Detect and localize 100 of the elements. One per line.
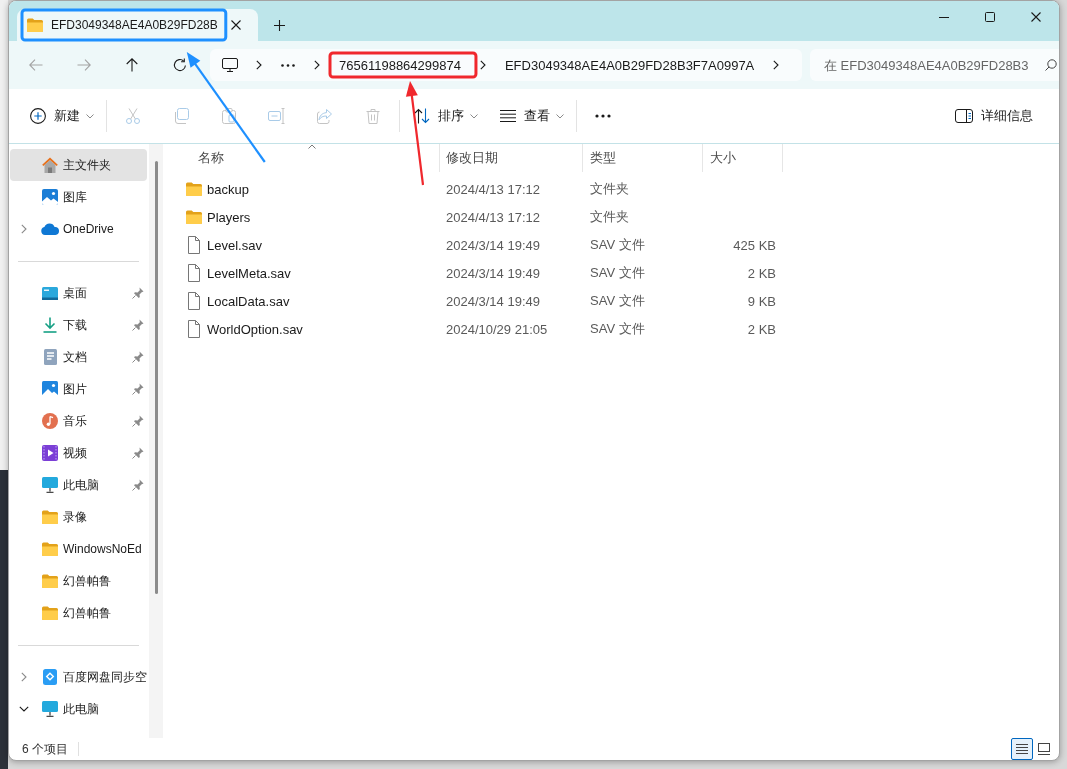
maximize-icon <box>985 12 995 22</box>
file-icon <box>187 264 201 282</box>
item-count: 6 个项目 <box>22 740 68 758</box>
download-icon <box>43 317 57 333</box>
column-header[interactable]: 名称 <box>185 144 440 172</box>
sort-button[interactable]: 排序 <box>404 100 486 132</box>
details-pane-button[interactable]: 详细信息 <box>945 100 1041 132</box>
sidebar-item[interactable]: 此电脑 <box>10 469 147 501</box>
folder-icon <box>186 210 202 224</box>
home-icon <box>42 157 58 173</box>
file-icon <box>187 320 201 338</box>
chevron-right-icon[interactable] <box>21 224 27 234</box>
details-pane-icon <box>955 109 973 123</box>
column-header[interactable]: 类型 <box>583 144 703 172</box>
document-icon <box>43 349 57 365</box>
file-row[interactable]: Level.sav 2024/3/14 19:49 SAV 文件 425 KB <box>185 231 1059 259</box>
sidebar-item[interactable]: 文档 <box>10 341 147 373</box>
video-icon <box>42 445 58 461</box>
file-name: WorldOption.sav <box>207 321 303 337</box>
date-cell: 2024/3/14 19:49 <box>446 237 540 253</box>
chevron-right-icon <box>256 60 262 70</box>
breadcrumb-segment[interactable]: 76561198864299874 <box>330 51 470 79</box>
sidebar-item[interactable]: 音乐 <box>10 405 147 437</box>
tiles-view-icon <box>1038 743 1050 755</box>
sidebar-item[interactable]: 幻兽帕鲁 <box>10 565 147 597</box>
file-row[interactable]: Players 2024/4/13 17:12 文件夹 <box>185 203 1059 231</box>
file-icon <box>187 236 201 254</box>
file-name: LocalData.sav <box>207 293 290 309</box>
file-row[interactable]: LocalData.sav 2024/3/14 19:49 SAV 文件 9 KB <box>185 287 1059 315</box>
file-row[interactable]: LevelMeta.sav 2024/3/14 19:49 SAV 文件 2 KB <box>185 259 1059 287</box>
column-header[interactable]: 修改日期 <box>440 144 583 172</box>
file-row[interactable]: WorldOption.sav 2024/10/29 21:05 SAV 文件 2 KB <box>185 315 1059 343</box>
new-button[interactable]: 新建 <box>20 100 102 132</box>
column-header[interactable]: 大小 <box>703 144 783 172</box>
date-cell: 2024/4/13 17:12 <box>446 181 540 197</box>
file-row[interactable]: backup 2024/4/13 17:12 文件夹 <box>185 175 1059 203</box>
monitor-icon <box>42 701 58 717</box>
file-name: LevelMeta.sav <box>207 265 291 281</box>
size-cell: 2 KB <box>747 265 776 281</box>
sidebar-item[interactable]: 此电脑 <box>10 693 147 725</box>
more-icon <box>281 63 295 67</box>
view-button[interactable]: 查看 <box>490 100 572 132</box>
chevron-right-icon[interactable] <box>21 672 27 682</box>
file-name: backup <box>207 181 249 197</box>
type-cell: SAV 文件 <box>590 293 645 308</box>
sidebar-item[interactable]: 主文件夹 <box>10 149 147 181</box>
diamond-tile-icon <box>43 669 57 685</box>
details-view-button[interactable] <box>1011 738 1033 760</box>
folder-icon <box>42 542 58 556</box>
size-cell: 9 KB <box>747 293 776 309</box>
music-note-icon <box>42 413 58 429</box>
chevron-right-icon <box>773 60 780 70</box>
type-cell: SAV 文件 <box>590 237 645 252</box>
type-cell: SAV 文件 <box>590 265 645 280</box>
folder-icon <box>27 18 43 32</box>
search-icon <box>1045 59 1057 71</box>
chevron-right-icon <box>479 60 486 70</box>
plus-icon <box>273 19 285 31</box>
date-cell: 2024/3/14 19:49 <box>446 293 540 309</box>
folder-icon <box>42 606 58 620</box>
date-cell: 2024/4/13 17:12 <box>446 209 540 225</box>
sidebar-item[interactable]: WindowsNoEd <box>10 533 147 565</box>
address-bar[interactable]: 76561198864299874 EFD3049348AE4A0B29FD28B3F7A0997A <box>210 49 802 81</box>
type-cell: 文件夹 <box>590 209 629 224</box>
sidebar-item[interactable]: 视频 <box>10 437 147 469</box>
scrollbar-thumb[interactable] <box>154 161 158 594</box>
chevron-right-icon <box>314 60 320 70</box>
sidebar-item[interactable]: OneDrive <box>10 213 147 245</box>
computer-icon <box>222 58 238 72</box>
scrollbar[interactable] <box>149 144 163 738</box>
sidebar-item[interactable]: 百度网盘同步空 <box>10 661 147 693</box>
sidebar-item[interactable]: 下载 <box>10 309 147 341</box>
file-icon <box>187 292 201 310</box>
chevron-down-icon[interactable] <box>19 706 29 712</box>
size-cell: 2 KB <box>747 321 776 337</box>
breadcrumb-segment[interactable]: EFD3049348AE4A0B29FD28B3F7A0997A <box>495 51 764 79</box>
folder-icon <box>186 182 202 196</box>
monitor-icon <box>42 477 58 493</box>
cloud-icon <box>41 223 59 235</box>
folder-icon <box>42 510 58 524</box>
folder-icon <box>42 574 58 588</box>
date-cell: 2024/10/29 21:05 <box>446 321 548 337</box>
sidebar-item[interactable]: 图片 <box>10 373 147 405</box>
gallery-icon <box>42 189 58 205</box>
search-field[interactable]: 在 EFD3049348AE4A0B29FD28B3 <box>810 49 1059 81</box>
sidebar-item[interactable]: 桌面 <box>10 277 147 309</box>
details-view-icon <box>1016 744 1028 754</box>
close-icon <box>230 20 241 30</box>
file-name: Level.sav <box>207 237 262 253</box>
file-name: Players <box>207 209 251 225</box>
desktop-icon <box>42 286 58 300</box>
sidebar-item[interactable]: 图库 <box>10 181 147 213</box>
sidebar-item[interactable]: 录像 <box>10 501 147 533</box>
close-icon <box>1031 12 1041 22</box>
type-cell: SAV 文件 <box>590 321 645 336</box>
picture-icon <box>42 381 58 397</box>
type-cell: 文件夹 <box>590 181 629 196</box>
sidebar-item[interactable]: 幻兽帕鲁 <box>10 597 147 629</box>
size-cell: 425 KB <box>733 237 776 253</box>
minimize-icon <box>939 16 949 18</box>
